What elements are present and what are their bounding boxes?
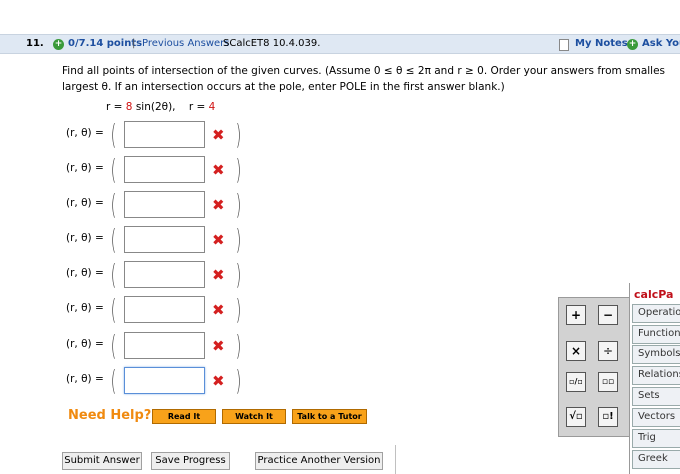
separator: | xyxy=(132,38,136,49)
read-it-button[interactable]: Read It xyxy=(152,409,216,424)
my-notes-link[interactable]: My Notes xyxy=(575,38,628,49)
menu-functions[interactable]: Functions xyxy=(632,325,680,344)
answer-row: (r, θ) = ( ✖ ) xyxy=(66,153,266,186)
question-header-bar: 11. + 0/7.14 points | Previous Answers S… xyxy=(0,34,680,54)
divider xyxy=(395,445,396,474)
question-number: 11. xyxy=(26,38,44,49)
right-paren: ) xyxy=(235,364,242,397)
right-paren: ) xyxy=(235,118,242,151)
answer-label: (r, θ) = xyxy=(66,373,104,385)
calcpad-title: calcPa xyxy=(634,288,674,301)
submit-answer-button[interactable]: Submit Answer xyxy=(62,452,142,470)
answer-label: (r, θ) = xyxy=(66,302,104,314)
answer-label: (r, θ) = xyxy=(66,162,104,174)
watch-it-button[interactable]: Watch It xyxy=(222,409,286,424)
left-paren: ( xyxy=(110,118,117,151)
answer-row: (r, θ) = ( ✖ ) xyxy=(66,118,266,151)
plus-key[interactable]: + xyxy=(566,305,586,325)
menu-sets[interactable]: Sets xyxy=(632,387,680,406)
answer-input[interactable] xyxy=(124,156,205,183)
incorrect-icon: ✖ xyxy=(212,266,225,284)
practice-another-version-button[interactable]: Practice Another Version xyxy=(255,452,383,470)
answer-row: (r, θ) = ( ✖ ) xyxy=(66,188,266,221)
prompt-line-1: Find all points of intersection of the g… xyxy=(62,65,666,77)
incorrect-icon: ✖ xyxy=(212,301,225,319)
answer-row: (r, θ) = ( ✖ ) xyxy=(66,364,266,397)
multiply-key[interactable]: × xyxy=(566,341,586,361)
prompt-line-2: largest θ. If an intersection occurs at … xyxy=(62,81,505,93)
right-paren: ) xyxy=(235,293,242,326)
answer-label: (r, θ) = xyxy=(66,232,104,244)
answer-label: (r, θ) = xyxy=(66,338,104,350)
left-paren: ( xyxy=(110,188,117,221)
notes-icon[interactable] xyxy=(559,39,569,51)
incorrect-icon: ✖ xyxy=(212,372,225,390)
answer-row: (r, θ) = ( ✖ ) xyxy=(66,293,266,326)
incorrect-icon: ✖ xyxy=(212,161,225,179)
curve1-prefix: r = xyxy=(106,101,126,113)
previous-answers-link[interactable]: Previous Answers xyxy=(142,38,229,49)
right-paren: ) xyxy=(235,153,242,186)
incorrect-icon: ✖ xyxy=(212,196,225,214)
menu-relations[interactable]: Relations xyxy=(632,366,680,385)
menu-vectors[interactable]: Vectors xyxy=(632,408,680,427)
calcpad-keypad: + − × ÷ ▫/▫ ▫▫ √▫ ▫! xyxy=(558,297,634,437)
left-paren: ( xyxy=(110,258,117,291)
answer-input[interactable] xyxy=(124,296,205,323)
incorrect-icon: ✖ xyxy=(212,337,225,355)
answer-row: (r, θ) = ( ✖ ) xyxy=(66,258,266,291)
expand-plus-icon[interactable]: + xyxy=(53,39,64,50)
answer-label: (r, θ) = xyxy=(66,197,104,209)
talk-to-tutor-button[interactable]: Talk to a Tutor xyxy=(292,409,367,424)
points-link[interactable]: 0/7.14 points xyxy=(68,38,142,49)
curve2-prefix: r = xyxy=(188,101,209,113)
answer-label: (r, θ) = xyxy=(66,267,104,279)
left-paren: ( xyxy=(110,153,117,186)
minus-key[interactable]: − xyxy=(598,305,618,325)
left-paren: ( xyxy=(110,364,117,397)
menu-trig[interactable]: Trig xyxy=(632,429,680,448)
right-paren: ) xyxy=(235,329,242,362)
right-paren: ) xyxy=(235,223,242,256)
fraction-key[interactable]: ▫/▫ xyxy=(566,372,586,392)
answer-input[interactable] xyxy=(124,191,205,218)
answer-input[interactable] xyxy=(124,332,205,359)
question-reference: SCalcET8 10.4.039. xyxy=(223,38,321,49)
curve-equations: r = 8 sin(2θ), r = 4 xyxy=(106,101,215,113)
left-paren: ( xyxy=(110,329,117,362)
exponent-key[interactable]: ▫▫ xyxy=(598,372,618,392)
right-paren: ) xyxy=(235,258,242,291)
answer-label: (r, θ) = xyxy=(66,127,104,139)
ask-plus-icon[interactable]: + xyxy=(627,39,638,50)
save-progress-button[interactable]: Save Progress xyxy=(151,452,230,470)
ask-teacher-link[interactable]: Ask You xyxy=(642,38,680,49)
menu-operations[interactable]: Operation xyxy=(632,304,680,323)
divide-key[interactable]: ÷ xyxy=(598,341,618,361)
need-help-label: Need Help? xyxy=(68,408,152,423)
left-paren: ( xyxy=(110,293,117,326)
factorial-key[interactable]: ▫! xyxy=(598,407,618,427)
answer-input[interactable] xyxy=(124,226,205,253)
question-prompt: Find all points of intersection of the g… xyxy=(62,63,680,95)
left-paren: ( xyxy=(110,223,117,256)
menu-greek[interactable]: Greek xyxy=(632,450,680,469)
answer-row: (r, θ) = ( ✖ ) xyxy=(66,329,266,362)
curve2-value: 4 xyxy=(208,101,216,113)
menu-symbols[interactable]: Symbols xyxy=(632,345,680,364)
sqrt-key[interactable]: √▫ xyxy=(566,407,586,427)
answer-row: (r, θ) = ( ✖ ) xyxy=(66,223,266,256)
answer-input[interactable] xyxy=(124,261,205,288)
right-paren: ) xyxy=(235,188,242,221)
incorrect-icon: ✖ xyxy=(212,126,225,144)
incorrect-icon: ✖ xyxy=(212,231,225,249)
answer-input[interactable] xyxy=(124,121,205,148)
answer-input[interactable] xyxy=(124,367,205,394)
curve1-rest: sin(2θ), xyxy=(132,101,176,113)
